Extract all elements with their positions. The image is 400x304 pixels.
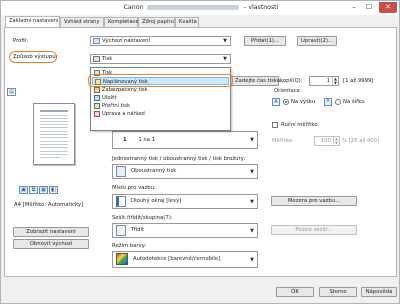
close-button[interactable]: ✕ [379,2,397,13]
preview-caption: A4 [Měřítko: Automaticky] [14,202,84,208]
staple-position-button[interactable]: Pozice sešití... [271,225,357,235]
profile-value: Výchozí nastavení [102,38,150,44]
chevron-down-icon: ▼ [250,169,254,175]
chevron-down-icon: ▼ [223,38,227,44]
copies-label: kopií(Q): [280,78,303,84]
copies-value: 1 [326,78,330,84]
output-option-edit-preview[interactable]: Úprava a náhled [92,110,229,118]
binding-select[interactable]: Dlouhý okraj [levý] ▼ [112,194,258,209]
properties-window: Canon – vlastnosti – ☐ ✕ Základní nastav… [0,0,400,304]
binding-value: Dlouhý okraj [levý] [131,198,182,204]
scale-spinner[interactable]: 100 ▲ ▼ [314,136,340,146]
set-print-time-button[interactable]: Zadejte čas tisku... [229,76,285,86]
spin-arrows-icon[interactable]: ▲ ▼ [333,137,339,145]
printer-name-redacted [147,4,240,10]
duplex-select[interactable]: Oboustranný tisk ▼ [112,164,258,179]
maximize-button[interactable]: ☐ [362,2,376,13]
binding-label: Místo pro vazbu: [112,185,156,191]
secure-print-icon [94,87,100,93]
help-button[interactable]: Nápověda [361,287,397,297]
copies-range: [1 až 9999] [343,78,374,84]
staple-label: Sešít./třídit/skupina(7): [112,215,173,221]
output-method-select[interactable]: Tisk ▼ [90,54,231,64]
page-preview: ▤ ▣ ⧉ ▦ ◧ [7,88,95,198]
scale-range: % [25 až 400] [342,138,380,144]
duplex-icon: ⧉ [29,186,38,194]
print-icon [93,56,100,62]
output-option-label: Zabezpečený tisk [102,87,148,93]
staple-collate-select[interactable]: Třídit ▼ [112,223,258,238]
copies-spinner[interactable]: 1 ▲ ▼ [309,76,339,86]
output-option-label: Úprava a náhled [102,111,145,117]
output-method-label: Způsob výstupu: [13,54,58,60]
tab-paper-source[interactable]: Zdroj papíru [138,17,175,27]
duplex-value: Oboustranný tisk [131,168,177,174]
landscape-label: Na šířku [343,99,365,105]
restore-defaults-button[interactable]: Obnovit výchozí [13,239,89,249]
tab-finishing[interactable]: Kompletace [104,17,139,27]
landscape-icon: A [324,98,332,106]
scheduled-print-highlight [88,74,233,87]
window-title: Canon – vlastnosti [91,4,311,11]
output-method-value: Tisk [102,56,113,62]
pages-per-sheet-select[interactable]: 1 1 na 1 ▼ [112,131,258,149]
chevron-down-icon: ▼ [250,137,254,143]
collate-pages-icon [116,225,126,236]
output-option-forward-print[interactable]: Přeřtní tisk [92,102,229,110]
binding-margin-button[interactable]: Mezera pro vazbu... [271,196,357,206]
portrait-label: Na výšku [291,99,316,105]
printer-icon: ▣ [19,186,28,194]
tab-quality[interactable]: Kvalita [175,17,199,27]
color-mode-icon [116,253,128,265]
color-icon: ◧ [49,186,58,194]
color-mode-select[interactable]: Autodetekce [barevně/černobíle] ▼ [112,251,258,268]
output-option-save[interactable]: Uložit [92,94,229,102]
landscape-radio[interactable] [335,99,341,105]
duplex-print-icon [116,166,126,177]
collate-icon: ▦ [39,186,48,194]
color-mode-label: Režim barvy: [112,243,147,249]
chevron-down-icon: ▼ [250,257,254,263]
chevron-down-icon: ▼ [250,228,254,234]
pages-per-sheet-number: 1 [123,137,127,143]
profile-add-button[interactable]: Přidat(1)... [244,36,286,46]
profile-label: Profil: [13,38,28,44]
color-mode-value: Autodetekce [barevně/černobíle] [133,256,221,262]
duplex-label: Jednostranný tisk / oboustranný tisk / t… [112,156,246,162]
title-bar: Canon – vlastnosti – ☐ ✕ [1,1,399,15]
preview-page [33,103,75,165]
profile-icon [93,38,100,44]
scale-label: Měřítko: [272,138,294,144]
profile-select[interactable]: Výchozí nastavení ▼ [90,36,231,46]
chevron-down-icon: ▼ [223,56,227,62]
orientation-label: Orientace [274,88,300,94]
tab-page-setup[interactable]: Vzhled strany [60,17,104,27]
pages-per-sheet-value: 1 na 1 [138,137,156,143]
output-option-label: Přeřtní tisk [102,103,130,109]
ok-button[interactable]: OK [276,287,314,297]
output-option-label: Uložit [102,95,117,101]
window-title-right: – vlastnosti [243,4,279,11]
window-title-left: Canon [123,4,144,11]
tab-basic-settings[interactable]: Základní nastavení [5,16,60,27]
portrait-radio[interactable] [283,99,289,105]
forward-print-icon [94,103,100,109]
profile-edit-button[interactable]: Upravit(2)... [297,36,337,46]
manual-scale-checkbox[interactable] [272,122,278,128]
edit-preview-icon [94,111,100,117]
chevron-down-icon: ▼ [250,199,254,205]
spin-arrows-icon[interactable]: ▲ ▼ [332,77,338,85]
cancel-button[interactable]: Storno [319,287,357,297]
binding-long-edge-icon [116,196,126,207]
output-option-secure-print[interactable]: Zabezpečený tisk [92,86,229,94]
scale-value: 100 [320,138,331,144]
manual-scale-label: Ruční měřítko [281,122,318,128]
show-settings-button[interactable]: Zobrazit nastavení [13,227,89,237]
staple-value: Třídit [131,227,145,233]
save-icon [94,95,100,101]
portrait-icon: A [272,98,280,106]
minimize-button[interactable]: – [347,2,361,13]
preview-view-icon[interactable]: ▤ [7,88,16,96]
